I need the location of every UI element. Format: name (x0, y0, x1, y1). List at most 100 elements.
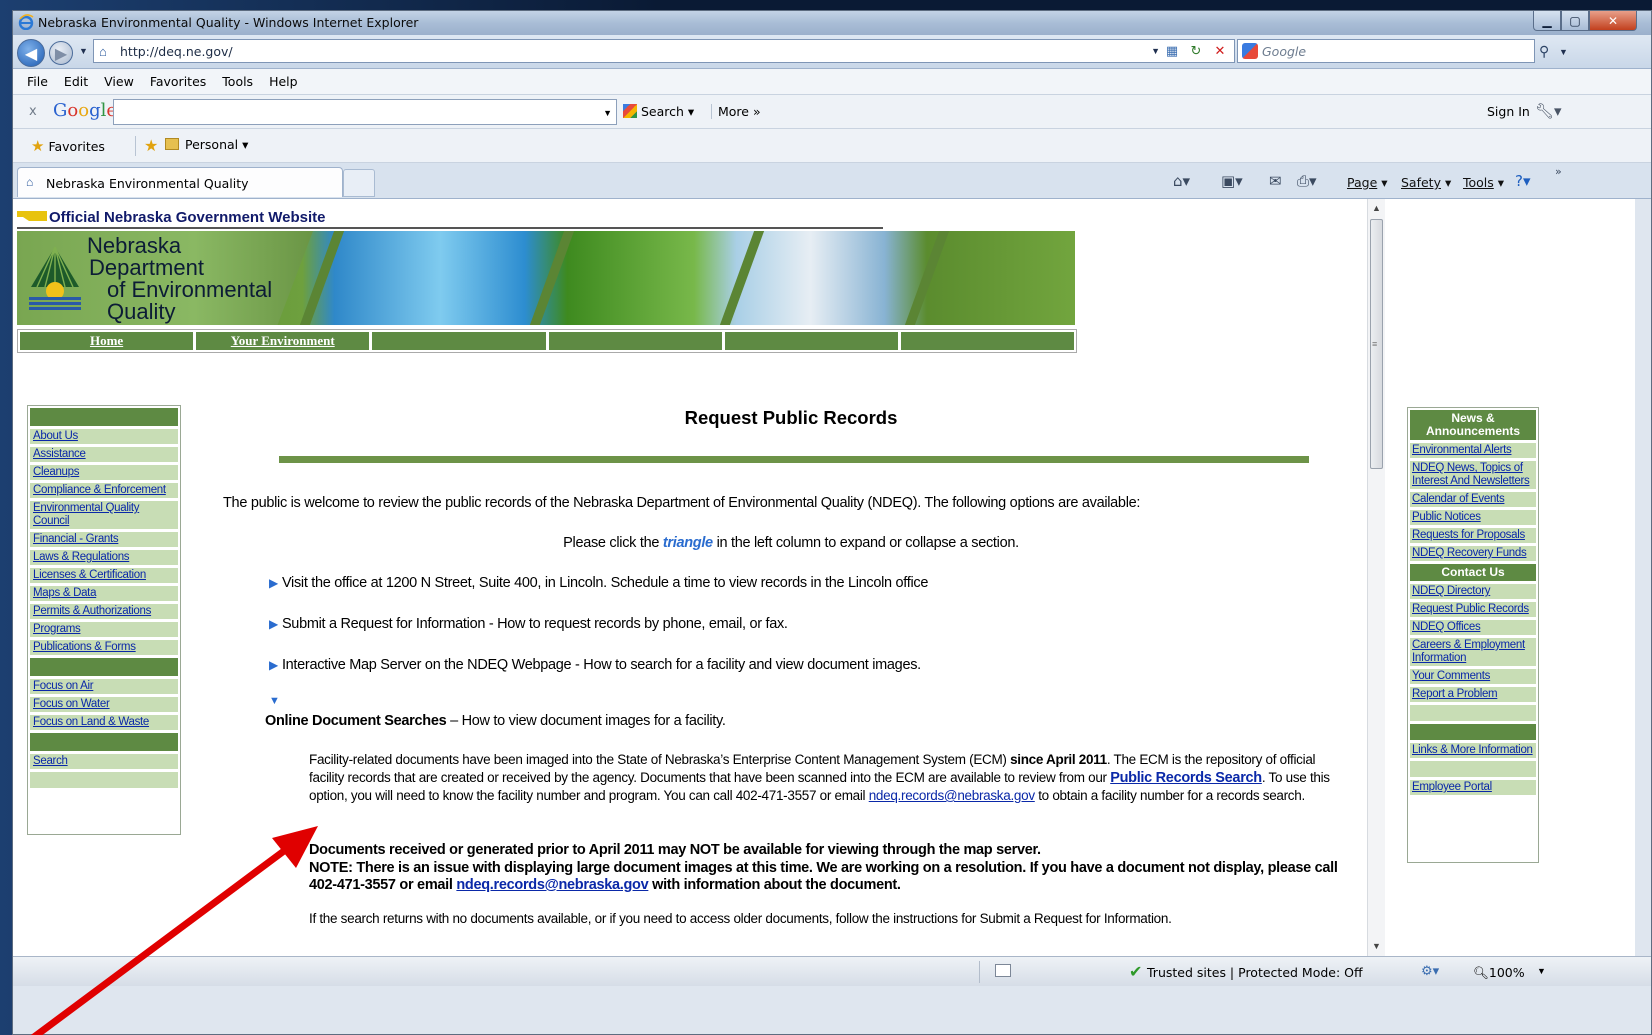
left-nav-compliance[interactable]: Compliance & Enforcement (30, 483, 178, 498)
recent-pages-dropdown-icon[interactable]: ▼ (79, 46, 88, 56)
right-nav-report-problem[interactable]: Report a Problem (1410, 687, 1536, 702)
google-toolbar-close-icon[interactable]: x (29, 104, 37, 119)
compatibility-view-icon[interactable]: ▦ (1161, 40, 1183, 62)
older-documents-text: If the search returns with no documents … (309, 911, 1172, 926)
help-icon[interactable]: ?▾ (1515, 172, 1531, 190)
print-icon[interactable]: ⎙▾ (1297, 172, 1317, 190)
favorites-folder-personal[interactable]: Personal ▾ (165, 137, 248, 152)
left-nav-about-us[interactable]: About Us (30, 429, 178, 444)
left-nav-publications[interactable]: Publications & Forms (30, 640, 178, 655)
close-window-button[interactable]: ✕ (1589, 11, 1637, 31)
right-nav-offices[interactable]: NDEQ Offices (1410, 620, 1536, 635)
new-tab-button[interactable] (343, 169, 375, 197)
right-nav-calendar[interactable]: Calendar of Events (1410, 492, 1536, 507)
instruction-text: Please click the triangle in the left co… (563, 535, 1019, 551)
favorites-button[interactable]: ★ Favorites (31, 137, 105, 155)
menu-help[interactable]: Help (269, 74, 298, 89)
scroll-up-icon[interactable]: ▲ (1372, 203, 1381, 213)
left-nav-assistance[interactable]: Assistance (30, 447, 178, 462)
scroll-down-icon[interactable]: ▼ (1372, 941, 1381, 951)
official-government-banner[interactable]: Official Nebraska Government Website (17, 209, 325, 226)
right-nav-proposals[interactable]: Requests for Proposals (1410, 528, 1536, 543)
left-nav-cleanups[interactable]: Cleanups (30, 465, 178, 480)
refresh-icon[interactable]: ↻ (1185, 40, 1207, 62)
left-nav-focus-land[interactable]: Focus on Land & Waste (30, 715, 178, 730)
left-nav-permits[interactable]: Permits & Authorizations (30, 604, 178, 619)
zoom-level[interactable]: 🔍︎100% (1473, 965, 1525, 981)
security-zone[interactable]: Trusted sites | Protected Mode: Off (1147, 965, 1363, 980)
right-nav-public-notices[interactable]: Public Notices (1410, 510, 1536, 525)
address-url[interactable]: http://deq.ne.gov/ (120, 44, 233, 59)
public-records-search-link[interactable]: Public Records Search (1110, 770, 1262, 786)
add-to-favorites-bar-icon[interactable]: ★ (135, 136, 158, 156)
address-dropdown-icon[interactable]: ▼ (1151, 46, 1160, 56)
address-bar[interactable]: ⌂ http://deq.ne.gov/ ▼ (93, 39, 1235, 63)
expand-triangle-icon[interactable]: ▶ (269, 617, 278, 631)
left-nav-eq-council[interactable]: Environmental Quality Council (30, 501, 178, 529)
topnav-home[interactable]: Home (20, 332, 194, 350)
stop-icon[interactable]: ✕ (1209, 40, 1231, 62)
option-submit-request[interactable]: ▶ Submit a Request for Information - How … (269, 616, 788, 632)
records-email-link[interactable]: ndeq.records@nebraska.gov (456, 877, 648, 893)
protected-mode-icon[interactable]: ⚙▾ (1421, 964, 1439, 979)
left-nav-programs[interactable]: Programs (30, 622, 178, 637)
feeds-icon[interactable]: ▣▾ (1221, 172, 1243, 190)
page-menu[interactable]: Page ▾ (1347, 175, 1388, 190)
minimize-button[interactable]: ▁ (1533, 11, 1561, 31)
expand-triangle-icon[interactable]: ▶ (269, 576, 278, 590)
option-interactive-map[interactable]: ▶ Interactive Map Server on the NDEQ Webp… (269, 657, 921, 673)
left-nav-licenses[interactable]: Licenses & Certification (30, 568, 178, 583)
forward-button[interactable]: ▶ (49, 41, 73, 65)
zoom-dropdown-icon[interactable]: ▼ (1537, 966, 1546, 976)
left-nav-financial-grants[interactable]: Financial - Grants (30, 532, 178, 547)
records-email-link[interactable]: ndeq.records@nebraska.gov (869, 788, 1035, 803)
right-nav-ndeq-news[interactable]: NDEQ News, Topics of Interest And Newsle… (1410, 461, 1536, 489)
right-nav-request-public-records[interactable]: Request Public Records (1410, 602, 1536, 617)
right-nav-links-more[interactable]: Links & More Information (1410, 743, 1536, 758)
menu-favorites[interactable]: Favorites (150, 74, 206, 89)
menu-tools[interactable]: Tools (222, 74, 253, 89)
topnav-your-environment[interactable]: Your Environment (196, 332, 370, 350)
left-nav-laws-regulations[interactable]: Laws & Regulations (30, 550, 178, 565)
left-nav-search[interactable]: Search (30, 754, 178, 769)
vertical-scrollbar[interactable]: ▲ ≡ ▼ (1367, 199, 1385, 956)
banner-stripe (719, 231, 765, 325)
wrench-settings-icon[interactable]: 🔧︎▾ (1535, 102, 1562, 120)
google-sign-in-button[interactable]: Sign In (1487, 104, 1530, 119)
option-visit-office[interactable]: ▶ Visit the office at 1200 N Street, Suit… (269, 575, 928, 591)
search-go-icon[interactable]: ⚲ (1539, 43, 1549, 60)
tab-nebraska-environmental-quality[interactable]: ⌂ Nebraska Environmental Quality (17, 167, 343, 197)
menu-edit[interactable]: Edit (64, 74, 88, 89)
right-nav-recovery-funds[interactable]: NDEQ Recovery Funds (1410, 546, 1536, 561)
left-nav-focus-water[interactable]: Focus on Water (30, 697, 178, 712)
right-nav-directory[interactable]: NDEQ Directory (1410, 584, 1536, 599)
topnav-home-link[interactable]: Home (90, 333, 123, 349)
topnav-your-environment-link[interactable]: Your Environment (231, 333, 335, 349)
toolbar-overflow-icon[interactable]: » (1555, 165, 1562, 178)
tools-menu[interactable]: Tools ▾ (1463, 175, 1504, 190)
google-search-button[interactable]: Search ▾ (623, 104, 694, 119)
safety-menu[interactable]: Safety ▾ (1401, 175, 1451, 190)
scrollbar-grip-icon: ≡ (1372, 339, 1378, 349)
right-nav-comments[interactable]: Your Comments (1410, 669, 1536, 684)
google-more-button[interactable]: More » (711, 104, 761, 119)
read-mail-icon[interactable]: ✉ (1269, 172, 1282, 190)
maximize-button[interactable]: ▢ (1561, 11, 1589, 31)
menu-file[interactable]: File (27, 74, 48, 89)
expand-triangle-icon[interactable]: ▶ (269, 658, 278, 672)
search-options-dropdown-icon[interactable]: ▼ (1559, 47, 1568, 57)
collapse-triangle-icon[interactable]: ▼ (269, 695, 280, 707)
right-nav-careers[interactable]: Careers & Employment Information (1410, 638, 1536, 666)
google-toolbar-search-input[interactable]: ▼ (113, 99, 617, 125)
right-nav-environmental-alerts[interactable]: Environmental Alerts (1410, 443, 1536, 458)
left-nav-focus-air[interactable]: Focus on Air (30, 679, 178, 694)
back-button[interactable]: ◀ (17, 39, 45, 67)
ndeq-logo-icon (29, 246, 81, 310)
right-nav-employee-portal[interactable]: Employee Portal (1410, 780, 1536, 795)
home-icon[interactable]: ⌂▾ (1173, 172, 1190, 190)
menu-view[interactable]: View (104, 74, 134, 89)
internet-explorer-icon (18, 14, 34, 30)
search-box[interactable]: Google (1237, 39, 1535, 63)
google-input-dropdown-icon[interactable]: ▼ (603, 108, 612, 118)
left-nav-maps-data[interactable]: Maps & Data (30, 586, 178, 601)
